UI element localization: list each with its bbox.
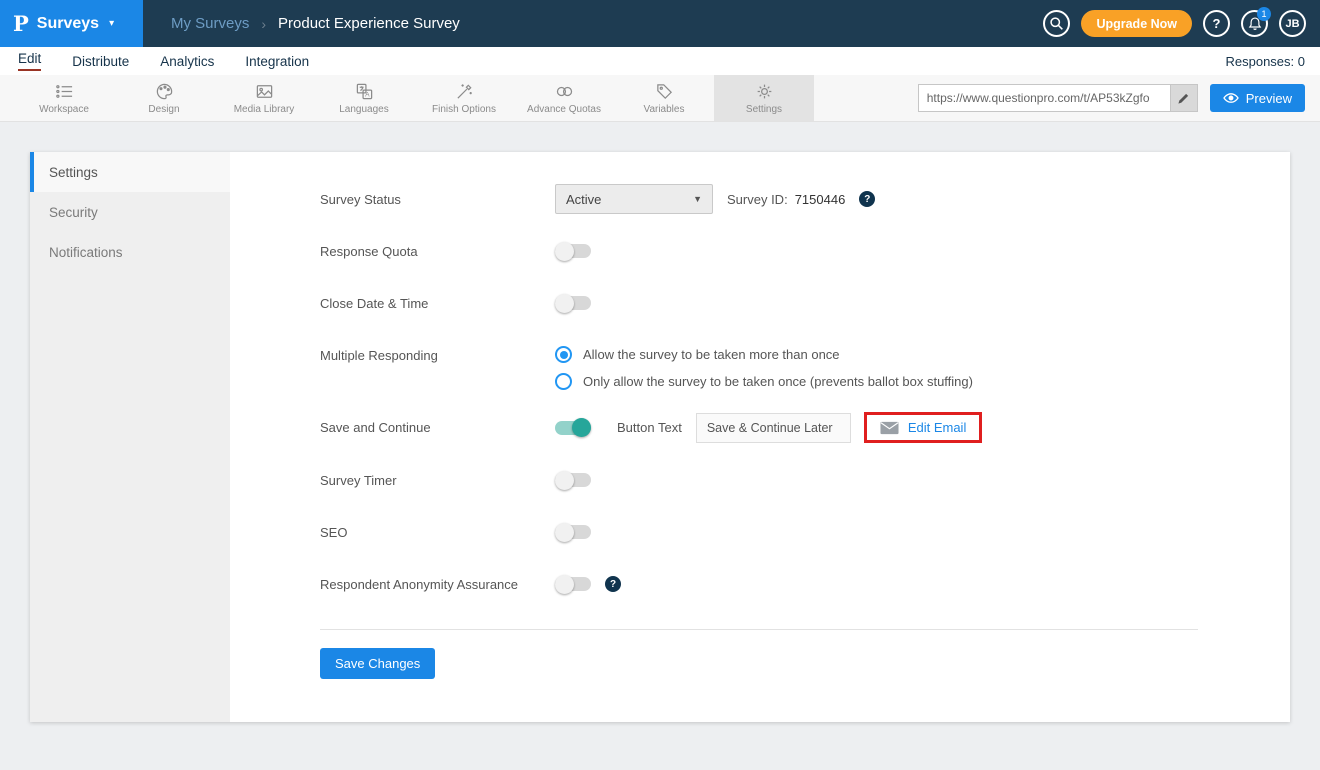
gear-icon <box>755 82 774 101</box>
magic-wand-icon <box>455 82 474 101</box>
survey-url-input[interactable] <box>919 85 1170 111</box>
responses-count: Responses: 0 <box>1226 54 1306 69</box>
close-date-time-toggle[interactable] <box>555 296 591 310</box>
anonymity-help-icon[interactable]: ? <box>605 576 621 592</box>
toolbar-item-design[interactable]: Design <box>114 75 214 121</box>
radio-option-more-than-once[interactable]: Allow the survey to be taken more than o… <box>555 346 973 363</box>
multiple-responding-options: Allow the survey to be taken more than o… <box>555 340 973 390</box>
survey-status-select[interactable]: Active ▼ <box>555 184 713 214</box>
survey-timer-row: Survey Timer <box>320 465 1290 495</box>
seo-label: SEO <box>320 525 555 540</box>
surveys-menu-label: Surveys <box>37 15 99 33</box>
radio-option-only-once[interactable]: Only allow the survey to be taken once (… <box>555 373 973 390</box>
anonymity-toggle[interactable] <box>555 577 591 591</box>
button-text-input[interactable] <box>696 413 851 443</box>
search-icon <box>1049 16 1064 31</box>
sidebar-item-notifications[interactable]: Notifications <box>30 232 230 272</box>
toolbar-item-languages[interactable]: A Languages <box>314 75 414 121</box>
tab-integration[interactable]: Integration <box>245 54 309 69</box>
settings-card: Settings Security Notifications Survey S… <box>30 152 1290 722</box>
main-content: Settings Security Notifications Survey S… <box>0 122 1320 770</box>
multiple-responding-row: Multiple Responding Allow the survey to … <box>320 340 1290 390</box>
response-quota-row: Response Quota <box>320 236 1290 266</box>
response-quota-label: Response Quota <box>320 244 555 259</box>
response-quota-toggle[interactable] <box>555 244 591 258</box>
chain-links-icon <box>555 82 574 101</box>
survey-nav-tabs: Edit Distribute Analytics Integration Re… <box>0 47 1320 75</box>
chevron-down-icon: ▼ <box>693 194 702 204</box>
notifications-button[interactable]: 1 <box>1241 10 1268 37</box>
annotation-highlight: Edit Email <box>864 412 983 443</box>
surveys-menu[interactable]: P Surveys ▾ <box>0 0 143 47</box>
tab-edit[interactable]: Edit <box>18 51 41 71</box>
upgrade-button[interactable]: Upgrade Now <box>1081 10 1192 37</box>
survey-id-help-icon[interactable]: ? <box>859 191 875 207</box>
seo-toggle[interactable] <box>555 525 591 539</box>
toolbar-item-media-library[interactable]: Media Library <box>214 75 314 121</box>
survey-timer-toggle[interactable] <box>555 473 591 487</box>
toolbar-right: Preview <box>918 84 1305 112</box>
save-and-continue-label: Save and Continue <box>320 420 555 435</box>
avatar[interactable]: JB <box>1279 10 1306 37</box>
search-button[interactable] <box>1043 10 1070 37</box>
radio-selected-icon[interactable] <box>555 346 572 363</box>
topbar: P Surveys ▾ My Surveys › Product Experie… <box>0 0 1320 47</box>
eye-icon <box>1223 92 1239 104</box>
anonymity-label: Respondent Anonymity Assurance <box>320 577 555 592</box>
questionpro-logo: P <box>13 11 29 36</box>
toolbar-item-variables[interactable]: Variables <box>614 75 714 121</box>
page-title: Product Experience Survey <box>278 15 460 32</box>
toolbar-item-workspace[interactable]: Workspace <box>14 75 114 121</box>
breadcrumb: My Surveys › Product Experience Survey <box>171 15 460 32</box>
chevron-down-icon: ▾ <box>109 18 114 29</box>
toolbar-item-finish-options[interactable]: Finish Options <box>414 75 514 121</box>
form-divider <box>320 629 1198 630</box>
survey-status-label: Survey Status <box>320 192 555 207</box>
close-date-time-row: Close Date & Time <box>320 288 1290 318</box>
survey-status-row: Survey Status Active ▼ Survey ID: 715044… <box>320 184 1290 214</box>
tab-distribute[interactable]: Distribute <box>72 54 129 69</box>
survey-id-value: 7150446 <box>795 192 846 207</box>
survey-timer-label: Survey Timer <box>320 473 555 488</box>
edit-email-link[interactable]: Edit Email <box>908 420 967 435</box>
pencil-icon <box>1177 92 1190 105</box>
save-and-continue-row: Save and Continue Button Text Edit Email <box>320 412 1290 443</box>
survey-id-label: Survey ID: <box>727 192 788 207</box>
toolbar-item-settings[interactable]: Settings <box>714 75 814 121</box>
save-and-continue-toggle[interactable] <box>555 421 591 435</box>
survey-id-group: Survey ID: 7150446 <box>727 192 845 207</box>
save-changes-button[interactable]: Save Changes <box>320 648 435 679</box>
survey-url-field <box>918 84 1198 112</box>
workspace-icon <box>55 82 74 101</box>
topbar-actions: Upgrade Now ? 1 JB <box>1043 10 1306 37</box>
preview-button[interactable]: Preview <box>1210 84 1305 112</box>
seo-row: SEO <box>320 517 1290 547</box>
envelope-icon <box>880 421 899 435</box>
help-button[interactable]: ? <box>1203 10 1230 37</box>
notification-badge: 1 <box>1257 7 1271 21</box>
translate-icon: A <box>355 82 374 101</box>
toolbar-item-advance-quotas[interactable]: Advance Quotas <box>514 75 614 121</box>
palette-icon <box>155 82 174 101</box>
image-icon <box>255 82 274 101</box>
button-text-label: Button Text <box>617 420 682 435</box>
breadcrumb-separator-icon: › <box>261 16 266 32</box>
close-date-time-label: Close Date & Time <box>320 296 555 311</box>
sidebar-item-settings[interactable]: Settings <box>30 152 230 192</box>
svg-text:A: A <box>365 91 370 98</box>
anonymity-row: Respondent Anonymity Assurance ? <box>320 569 1290 599</box>
edit-url-button[interactable] <box>1170 85 1197 111</box>
settings-sidebar: Settings Security Notifications <box>30 152 230 722</box>
multiple-responding-label: Multiple Responding <box>320 340 555 363</box>
tab-analytics[interactable]: Analytics <box>160 54 214 69</box>
tag-icon <box>655 82 674 101</box>
sidebar-item-security[interactable]: Security <box>30 192 230 232</box>
breadcrumb-my-surveys[interactable]: My Surveys <box>171 15 249 32</box>
settings-form: Survey Status Active ▼ Survey ID: 715044… <box>230 152 1290 722</box>
radio-unselected-icon[interactable] <box>555 373 572 390</box>
edit-toolbar: Workspace Design Media Library A Languag… <box>0 75 1320 122</box>
